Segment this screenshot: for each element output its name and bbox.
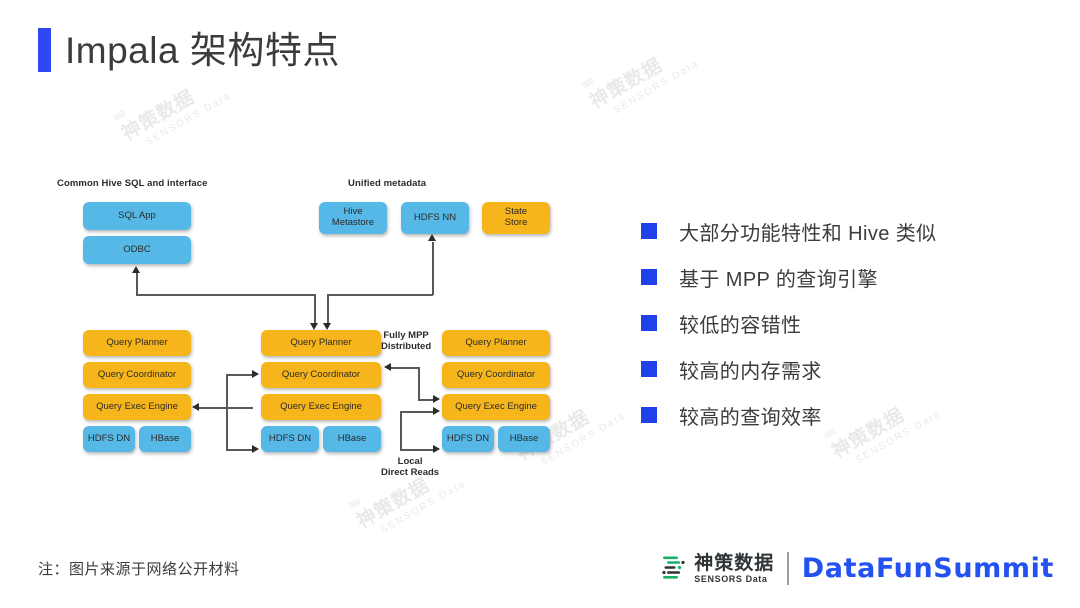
title-text: Impala 架构特点 [65, 29, 340, 71]
connector-line [136, 294, 316, 296]
connector-arrow-up [428, 234, 436, 241]
bullet-item: 较低的容错性 [641, 300, 1041, 346]
annotation-fully-mpp-line2: Distributed [381, 341, 432, 353]
watermark-mark: ≡≡ [578, 74, 596, 93]
bullet-square-icon [641, 223, 657, 239]
sensors-name-en: SENSORS Data [694, 573, 768, 584]
connector-line [391, 367, 419, 369]
bullet-square-icon [641, 315, 657, 331]
architecture-diagram: Common Hive SQL and interface Unified me… [55, 178, 595, 478]
node-left-hdfs-dn: HDFS DN [83, 426, 135, 452]
bullet-text: 大部分功能特性和 Hive 类似 [679, 222, 937, 245]
datafunsummit-logo: DataFunSummit [801, 553, 1054, 584]
watermark-cn: 神策数据 [118, 86, 199, 146]
connector-line [418, 367, 420, 400]
annotation-fully-mpp-line1: Fully MPP [383, 330, 429, 341]
connector-line [226, 374, 228, 408]
node-middle-hdfs-dn: HDFS DN [261, 426, 319, 452]
node-right-query-planner: Query Planner [442, 330, 550, 356]
node-right-hbase: HBase [498, 426, 550, 452]
node-right-query-exec-engine: Query Exec Engine [442, 394, 550, 420]
connector-arrow-right [252, 370, 259, 378]
connector-arrow-down [310, 323, 318, 330]
diagram-box-state-store-line2: Store [504, 217, 528, 228]
node-middle-hbase: HBase [323, 426, 381, 452]
node-middle-query-exec-engine: Query Exec Engine [261, 394, 381, 420]
watermark-en: SENSORS Data [611, 58, 702, 117]
diagram-box-odbc: ODBC [83, 236, 191, 264]
footer-brand: 神策数据 SENSORS Data DataFunSummit [661, 552, 1054, 585]
connector-arrow-up [132, 266, 140, 273]
annotation-local-direct-reads-line2: Direct Reads [381, 467, 440, 479]
connector-line [400, 411, 402, 450]
sensors-data-logo: 神策数据 SENSORS Data [661, 554, 774, 584]
slide-root: ≡≡ 神策数据 SENSORS Data ≡≡ 神策数据 SENSORS Dat… [0, 0, 1080, 608]
sensors-wordmark: 神策数据 SENSORS Data [694, 554, 774, 584]
connector-line [226, 407, 228, 450]
connector-arrow-right [252, 445, 259, 453]
annotation-fully-mpp: Fully MPP Distributed [381, 330, 431, 353]
connector-arrow-left [192, 403, 199, 411]
node-left-query-coordinator: Query Coordinator [83, 362, 191, 388]
page-title: Impala 架构特点 [38, 28, 340, 72]
watermark-en: SENSORS Data [143, 90, 234, 149]
connector-arrow-right [433, 407, 440, 415]
brand-divider [787, 552, 789, 585]
connector-line [400, 411, 434, 413]
node-left-hbase: HBase [139, 426, 191, 452]
connector-arrow-right [433, 445, 440, 453]
diagram-box-state-store: State Store [482, 202, 550, 234]
bullet-item: 大部分功能特性和 Hive 类似 [641, 208, 1041, 254]
bullet-square-icon [641, 269, 657, 285]
connector-arrow-right [433, 395, 440, 403]
diagram-label-client: Common Hive SQL and interface [57, 178, 208, 189]
connector-line [314, 294, 316, 324]
watermark-en: SENSORS Data [378, 478, 469, 537]
node-middle-query-planner: Query Planner [261, 330, 381, 356]
title-accent-bar [38, 28, 51, 72]
watermark: ≡≡ 神策数据 SENSORS Data [578, 24, 702, 126]
bullet-text: 基于 MPP 的查询引擎 [679, 268, 878, 291]
node-left-query-exec-engine: Query Exec Engine [83, 394, 191, 420]
node-left-query-planner: Query Planner [83, 330, 191, 356]
connector-line [226, 449, 253, 451]
connector-line [400, 449, 434, 451]
diagram-box-hive-metastore-line2: Metastore [331, 217, 375, 228]
bullet-square-icon [641, 407, 657, 423]
node-right-hdfs-dn: HDFS DN [442, 426, 494, 452]
sensors-logo-icon [662, 556, 685, 579]
sensors-name-cn: 神策数据 [694, 552, 775, 574]
connector-line [199, 407, 227, 409]
bullet-item: 基于 MPP 的查询引擎 [641, 254, 1041, 300]
connector-line [136, 273, 138, 295]
diagram-box-hdfs-nn: HDFS NN [401, 202, 469, 234]
diagram-box-sql-app: SQL App [83, 202, 191, 230]
bullet-text: 较高的内存需求 [679, 360, 822, 383]
connector-line [432, 242, 434, 295]
connector-line [226, 374, 253, 376]
footnote: 注：图片来源于网络公开材料 [38, 561, 240, 578]
node-middle-query-coordinator: Query Coordinator [261, 362, 381, 388]
diagram-label-metadata: Unified metadata [348, 178, 427, 189]
diagram-box-hive-metastore: Hive Metastore [319, 202, 387, 234]
annotation-local-direct-reads: Local Direct Reads [381, 456, 439, 479]
annotation-local-direct-reads-line1: Local [397, 456, 423, 467]
bullet-text: 较高的查询效率 [679, 406, 822, 429]
bullet-square-icon [641, 361, 657, 377]
bullet-item: 较高的内存需求 [641, 346, 1041, 392]
bullet-text: 较低的容错性 [679, 314, 802, 337]
bullet-item: 较高的查询效率 [641, 392, 1041, 438]
node-right-query-coordinator: Query Coordinator [442, 362, 550, 388]
bullet-list: 大部分功能特性和 Hive 类似 基于 MPP 的查询引擎 较低的容错性 较高的… [641, 208, 1041, 438]
connector-line [327, 294, 329, 324]
connector-line [418, 399, 434, 401]
connector-arrow-down [323, 323, 331, 330]
connector-arrow-left [384, 363, 391, 371]
connector-line [226, 407, 253, 409]
watermark-cn: 神策数据 [586, 54, 667, 114]
connector-line [327, 294, 433, 296]
